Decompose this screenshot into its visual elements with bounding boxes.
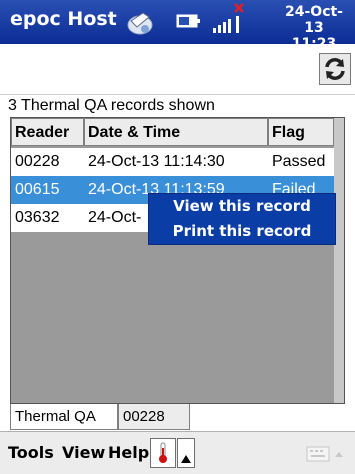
clock-date: 24-Oct-13 — [285, 4, 343, 36]
up-arrow-icon — [181, 448, 191, 467]
keyboard-icon — [306, 446, 346, 468]
table-row[interactable]: 00228 24-Oct-13 11:14:30 Passed — [11, 148, 334, 176]
cell-reader: 00228 — [15, 153, 60, 170]
grid-header: Reader Date & Time Flag — [11, 118, 344, 148]
signal-icon[interactable] — [211, 2, 245, 40]
scrollbar-track[interactable] — [334, 118, 344, 403]
tab-reader-00228[interactable]: 00228 — [118, 404, 190, 430]
thermometer-button[interactable] — [150, 438, 176, 468]
column-header-reader[interactable]: Reader — [11, 118, 84, 146]
column-header-flag[interactable]: Flag — [268, 118, 334, 146]
print-record-menu-item[interactable]: Print this record — [149, 219, 335, 244]
menu-help[interactable]: Help — [108, 443, 149, 462]
sync-icon[interactable] — [125, 9, 155, 41]
tab-thermal-qa[interactable]: Thermal QA — [10, 404, 118, 430]
refresh-button[interactable] — [319, 53, 351, 85]
title-bar: epoc Host 24-Oct-13 11:23 — [0, 0, 355, 52]
keyboard-button[interactable] — [306, 444, 346, 464]
records-grid[interactable]: Reader Date & Time Flag 00228 24-Oct-13 … — [10, 117, 345, 404]
context-menu: View this record Print this record — [148, 193, 336, 245]
cell-reader: 00615 — [15, 181, 60, 198]
cell-date-time: 24-Oct-13 11:14:30 — [88, 153, 225, 170]
thermometer-icon — [156, 442, 170, 468]
up-arrow-button[interactable] — [177, 438, 195, 468]
menu-tools[interactable]: Tools — [8, 443, 54, 462]
menu-view[interactable]: View — [62, 443, 105, 462]
refresh-icon — [322, 56, 348, 86]
tab-strip: Thermal QA 00228 — [0, 404, 355, 431]
toolbar — [0, 44, 355, 95]
menu-bar: Tools View Help — [0, 431, 355, 474]
view-record-menu-item[interactable]: View this record — [149, 194, 335, 219]
app-title[interactable]: epoc Host — [10, 8, 117, 30]
column-header-date-time[interactable]: Date & Time — [84, 118, 268, 146]
records-summary: 3 Thermal QA records shown — [8, 97, 215, 114]
battery-icon[interactable] — [176, 11, 202, 35]
cell-reader: 03632 — [15, 209, 60, 226]
cell-flag: Passed — [272, 153, 326, 170]
